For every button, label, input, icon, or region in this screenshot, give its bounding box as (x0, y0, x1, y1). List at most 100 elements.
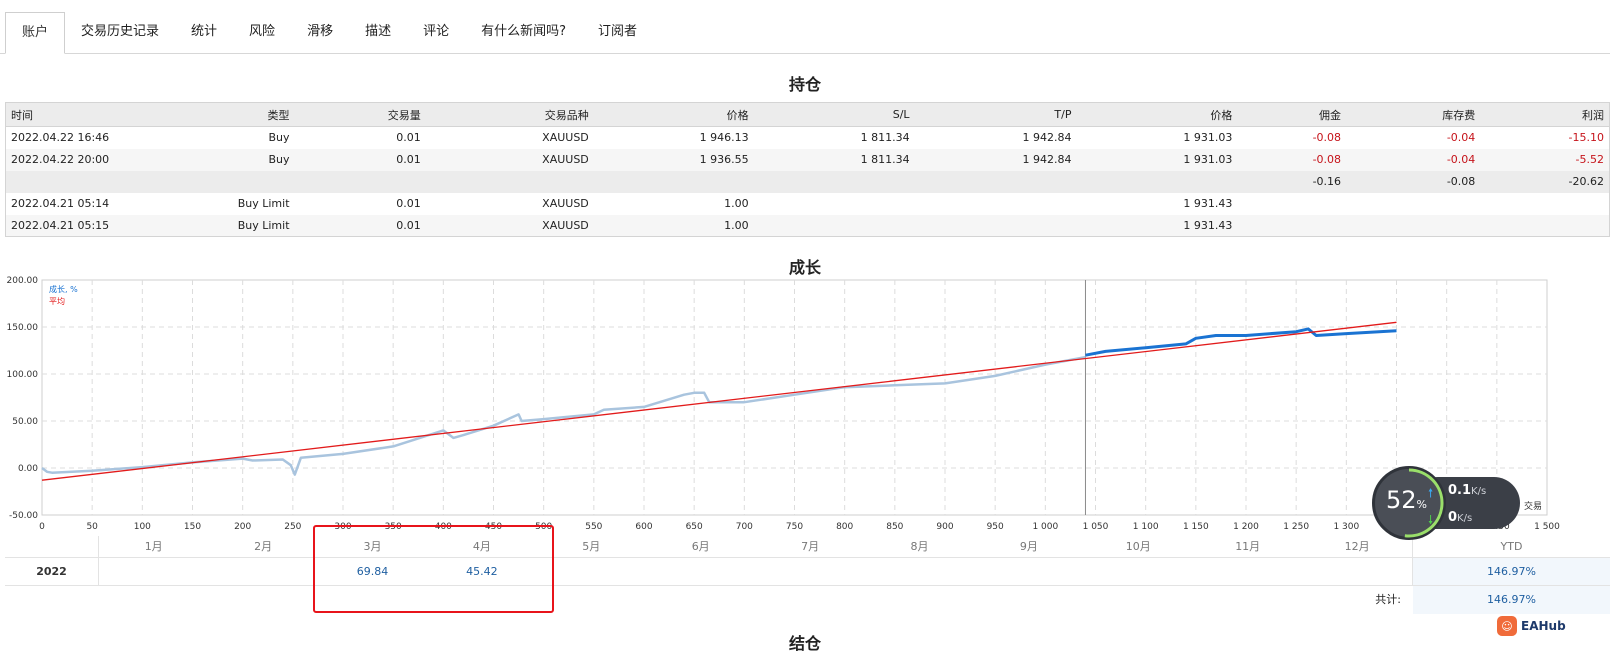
network-speed-widget[interactable]: 52% 🠕 0.1K/s 🠗 0K/s (1372, 466, 1522, 540)
cell-sl: 1 811.34 (753, 148, 915, 171)
y-tick-label: 0.00 (18, 464, 38, 474)
col-swap: 库存费 (1346, 102, 1481, 127)
month-header-7: 7月 (801, 540, 820, 553)
col-volume: 交易量 (294, 102, 426, 127)
watermark-text: EAHub (1521, 619, 1566, 633)
cell-type: Buy (128, 148, 295, 171)
x-tick-label: 1 150 (1183, 522, 1209, 532)
cell-volume: 0.01 (294, 148, 426, 171)
year-row: 69.84 45.42 2022 146.97% (5, 558, 1610, 586)
cell-profit: -15.10 (1568, 131, 1604, 145)
download-value: 0 (1448, 510, 1458, 525)
month-header-9: 9月 (1019, 540, 1038, 553)
x-tick-label: 700 (736, 522, 753, 532)
cell-volume: 0.01 (396, 197, 421, 210)
summary-row: -0.16 -0.08 -20.62 (5, 170, 1610, 193)
col-profit: 利润 (1480, 102, 1610, 127)
cell-tp: 1 942.84 (914, 148, 1077, 171)
cell-time: 2022.04.21 05:14 (11, 197, 110, 210)
cell-swap: -0.04 (1446, 131, 1476, 145)
cell-tp: 1 942.84 (1022, 131, 1072, 145)
tab-trade-history[interactable]: 交易历史记录 (65, 12, 175, 53)
tab-news[interactable]: 有什么新闻吗? (465, 12, 582, 53)
cell-symbol: XAUUSD (425, 214, 594, 237)
tab-comments[interactable]: 评论 (407, 12, 465, 53)
total-label: 共计: (1375, 593, 1401, 606)
y-tick-label: 200.00 (7, 276, 39, 286)
total-value: 146.97% (1487, 593, 1536, 606)
upload-speed: 0.1K/s (1448, 483, 1486, 498)
legend-growth: 成长, % (49, 284, 78, 294)
cell-sl (754, 193, 915, 215)
cell-sl: 1 811.34 (860, 131, 910, 145)
cell-commission: -0.08 (1312, 131, 1342, 145)
table-row: 2022.04.22 16:46 Buy 0.01 XAUUSD 1 946.1… (6, 127, 1610, 149)
x-tick-label: 950 (987, 522, 1004, 532)
y-tick-label: 150.00 (7, 323, 39, 333)
cell-time: 2022.04.22 20:00 (5, 148, 129, 171)
tab-risk[interactable]: 风险 (233, 12, 291, 53)
month-header-11: 11月 (1235, 540, 1261, 553)
cell-price: 1 946.13 (699, 131, 749, 145)
eahub-logo-icon: ☺ (1497, 616, 1517, 636)
cell-tp (915, 193, 1077, 215)
upload-arrow-icon: 🠕 (1428, 486, 1434, 500)
download-unit: K/s (1457, 513, 1473, 524)
col-sl: S/L (753, 102, 915, 127)
x-tick-label: 900 (936, 522, 953, 532)
month-header-6: 6月 (691, 540, 710, 553)
month-header-row: 1月 2月 3月 4月 5月 6月 7月 8月 9月 10月 11月 12月 YTD (5, 536, 1610, 558)
gauge-percent: 52% (1386, 486, 1427, 514)
summary-spacer (5, 170, 1238, 193)
closed-positions-title: 结仓 (788, 634, 821, 653)
summary-swap: -0.08 (1346, 170, 1481, 193)
table-row: 2022.04.21 05:14 Buy Limit 0.01 XAUUSD 1… (6, 193, 1610, 215)
cell-type: Buy Limit (237, 197, 290, 210)
cell-symbol: XAUUSD (542, 197, 589, 210)
x-tick-label: 50 (86, 522, 98, 532)
tab-subscribers[interactable]: 订阅者 (582, 12, 653, 53)
tab-slippage[interactable]: 滑移 (291, 12, 349, 53)
cell-time: 2022.04.22 16:46 (11, 131, 110, 145)
tab-statistics[interactable]: 统计 (175, 12, 233, 53)
y-tick-label: 50.00 (12, 417, 38, 427)
cell-symbol: XAUUSD (542, 131, 589, 145)
cell-profit: -5.52 (1480, 148, 1610, 171)
cell-symbol: XAUUSD (425, 148, 594, 171)
cell-profit (1480, 214, 1610, 237)
cell-swap: -0.04 (1346, 148, 1481, 171)
cell-price: 1.00 (593, 214, 754, 237)
x-tick-label: 800 (836, 522, 853, 532)
x-tick-label: 100 (134, 522, 151, 532)
col-symbol: 交易品种 (425, 102, 594, 127)
cell-commission: -0.08 (1237, 148, 1347, 171)
cell-tp (914, 214, 1077, 237)
cell-volume: 0.01 (294, 214, 426, 237)
gauge-percent-value: 52 (1386, 486, 1417, 514)
x-tick-label: 1 300 (1333, 522, 1359, 532)
col-commission: 佣金 (1237, 102, 1347, 127)
x-tick-label: 150 (184, 522, 201, 532)
cell-price-current: 1 931.03 (1076, 148, 1238, 171)
x-tick-label: 1 100 (1133, 522, 1159, 532)
positions-title: 持仓 (788, 75, 821, 94)
x-tick-label: 250 (284, 522, 301, 532)
month-header-10: 10月 (1125, 540, 1151, 553)
col-tp: T/P (914, 102, 1077, 127)
month-header-2: 2月 (254, 540, 273, 553)
positions-header-row: 时间 类型 交易量 交易品种 价格 S/L T/P 价格 佣金 库存费 利润 (5, 102, 1610, 127)
col-price: 价格 (593, 102, 754, 127)
table-row: 2022.04.21 05:15 Buy Limit 0.01 XAUUSD 1… (5, 214, 1610, 237)
total-row: 共计: 146.97% (5, 586, 1610, 614)
tab-account[interactable]: 账户 (5, 12, 66, 54)
x-tick-label: 850 (886, 522, 903, 532)
upload-unit: K/s (1471, 486, 1487, 497)
col-time: 时间 (5, 102, 129, 127)
download-arrow-icon: 🠗 (1428, 513, 1434, 527)
x-tick-label: 1 500 (1534, 522, 1560, 532)
month-header-1: 1月 (144, 540, 163, 553)
cell-sl (753, 214, 915, 237)
x-tick-label: 750 (786, 522, 803, 532)
tab-description[interactable]: 描述 (349, 12, 407, 53)
summary-profit: -20.62 (1480, 170, 1610, 193)
